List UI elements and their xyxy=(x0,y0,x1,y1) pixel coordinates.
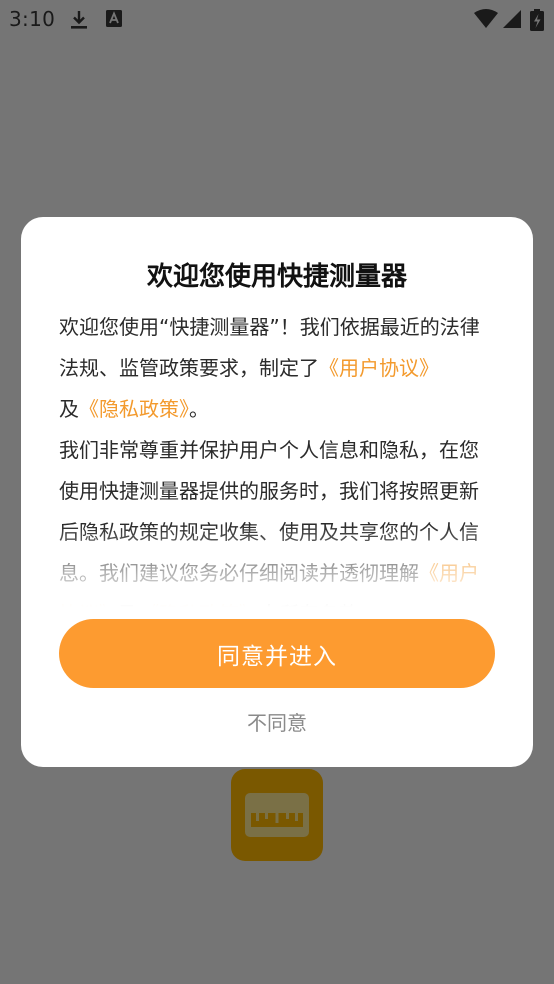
user-agreement-link[interactable]: 《用户协议》 xyxy=(319,356,439,380)
detail-paragraph: 我们非常尊重并保护用户个人信息和隐私，在您使用快捷测量器提供的服务时，我们将按照… xyxy=(59,430,495,617)
download-icon xyxy=(71,11,87,29)
screen: 3:10 欢迎您使用快捷测量器 欢迎您使用“快捷测量器”！我们依据最近的法律法规… xyxy=(0,0,554,984)
detail-text: 我们非常尊重并保护用户个人信息和隐私，在您使用快捷测量器提供的服务时，我们将按照… xyxy=(59,438,479,585)
and-text-2: 及 xyxy=(119,602,139,617)
agree-button[interactable]: 同意并进入 xyxy=(59,619,495,688)
disagree-button[interactable]: 不同意 xyxy=(177,703,377,739)
intro-paragraph: 欢迎您使用“快捷测量器”！我们依据最近的法律法规、监管政策要求，制定了《用户协议… xyxy=(59,307,495,430)
privacy-dialog: 欢迎您使用快捷测量器 欢迎您使用“快捷测量器”！我们依据最近的法律法规、监管政策… xyxy=(21,217,533,767)
privacy-policy-link-2[interactable]: 《隐私政策》 xyxy=(139,602,259,617)
dialog-title: 欢迎您使用快捷测量器 xyxy=(146,262,407,292)
privacy-policy-link[interactable]: 《隐私政策》 xyxy=(79,397,189,421)
a-notification-icon xyxy=(106,10,122,27)
wifi-icon xyxy=(474,9,498,28)
status-bar: 3:10 xyxy=(0,0,554,38)
dialog-body[interactable]: 欢迎您使用“快捷测量器”！我们依据最近的法律法规、监管政策要求，制定了《用户协议… xyxy=(59,307,495,617)
detail-suffix: 中所有条款 xyxy=(259,602,359,617)
ruler-icon xyxy=(245,793,309,837)
app-logo xyxy=(231,769,323,861)
battery-icon xyxy=(530,9,544,31)
and-text: 及 xyxy=(59,397,79,421)
intro-suffix: 。 xyxy=(189,397,209,421)
signal-icon xyxy=(503,10,521,28)
status-time: 3:10 xyxy=(9,7,56,31)
